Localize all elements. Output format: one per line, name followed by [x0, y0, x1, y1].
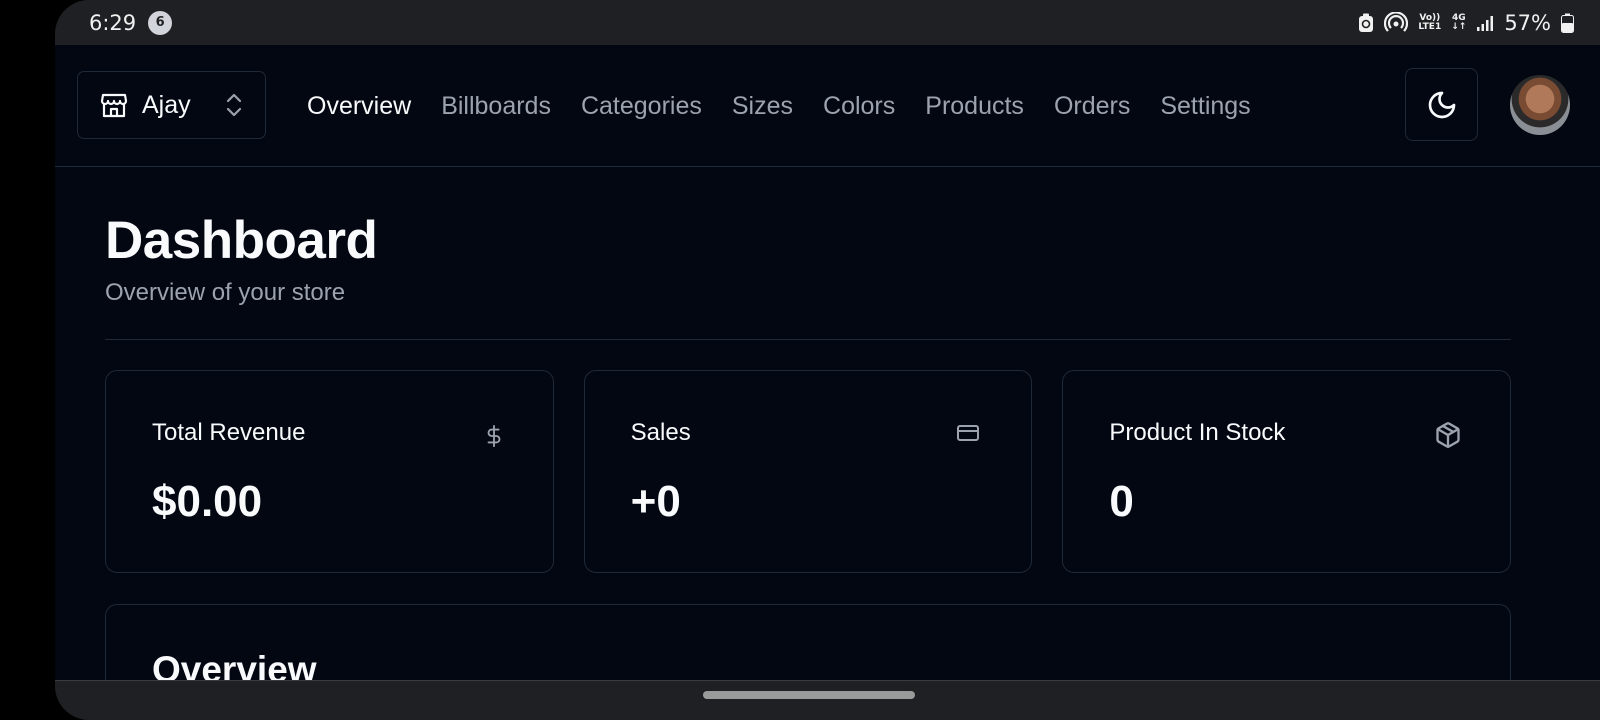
- battery-percent: 57%: [1504, 10, 1551, 35]
- status-icons: Vo)) LTE1 4G ↓↑ 57%: [1358, 11, 1574, 35]
- nav-settings[interactable]: Settings: [1160, 92, 1250, 121]
- app-header: Ajay Overview Billboards Categories Size…: [55, 45, 1600, 167]
- dashboard-content: Dashboard Overview of your store Total R…: [105, 167, 1512, 720]
- moon-icon: [1426, 89, 1458, 121]
- status-time: 6:29: [89, 10, 137, 35]
- store-name: Ajay: [142, 90, 191, 119]
- card-value: 0: [1109, 477, 1134, 526]
- status-bar: 6:29 6 Vo)) LTE1 4G ↓↑ 57%: [55, 0, 1600, 45]
- package-icon: [1434, 421, 1462, 449]
- user-avatar[interactable]: [1510, 75, 1570, 135]
- dollar-icon: [483, 421, 505, 451]
- nav-orders[interactable]: Orders: [1054, 92, 1130, 121]
- product-in-stock-card: Product In Stock 0: [1062, 370, 1512, 573]
- sales-card: Sales +0: [583, 370, 1033, 573]
- nav-billboards[interactable]: Billboards: [441, 92, 551, 121]
- hotspot-icon: [1384, 11, 1409, 34]
- card-value: $0.00: [152, 477, 263, 526]
- card-title: Product In Stock: [1109, 419, 1286, 446]
- lte-text: LTE1: [1418, 21, 1442, 32]
- nav-categories[interactable]: Categories: [581, 92, 702, 121]
- main-nav: Overview Billboards Categories Sizes Col…: [307, 45, 1251, 167]
- card-value: +0: [630, 477, 681, 526]
- store-switcher[interactable]: Ajay: [77, 71, 266, 139]
- system-navigation-bar: [55, 680, 1600, 720]
- battery-icon: [1561, 13, 1574, 33]
- signal-icon: [1476, 14, 1494, 32]
- page-subtitle: Overview of your store: [105, 279, 346, 306]
- network-type-indicator: 4G ↓↑: [1451, 13, 1467, 32]
- total-revenue-card: Total Revenue $0.00: [105, 370, 554, 573]
- divider: [105, 339, 1511, 340]
- nav-colors[interactable]: Colors: [823, 92, 895, 121]
- chevrons-up-down-icon: [225, 92, 243, 118]
- nav-overview[interactable]: Overview: [307, 92, 411, 121]
- card-title: Sales: [630, 419, 691, 446]
- store-icon: [100, 92, 128, 118]
- nav-products[interactable]: Products: [925, 92, 1024, 121]
- volte-indicator: Vo)) LTE1: [1418, 13, 1442, 32]
- page-title: Dashboard: [105, 211, 378, 270]
- stats-cards: Total Revenue $0.00 Sales +0 Product In …: [105, 370, 1512, 573]
- data-arrows-icon: ↓↑: [1451, 21, 1467, 32]
- home-gesture-handle[interactable]: [703, 691, 915, 699]
- battery-saver-icon: [1358, 13, 1374, 33]
- device-screen: 6:29 6 Vo)) LTE1 4G ↓↑ 57% Ajay Overview…: [55, 0, 1600, 720]
- card-title: Total Revenue: [152, 419, 306, 446]
- theme-toggle-button[interactable]: [1405, 68, 1478, 141]
- nav-sizes[interactable]: Sizes: [732, 92, 793, 121]
- notification-badge: 6: [148, 10, 173, 35]
- credit-card-icon: [953, 421, 983, 445]
